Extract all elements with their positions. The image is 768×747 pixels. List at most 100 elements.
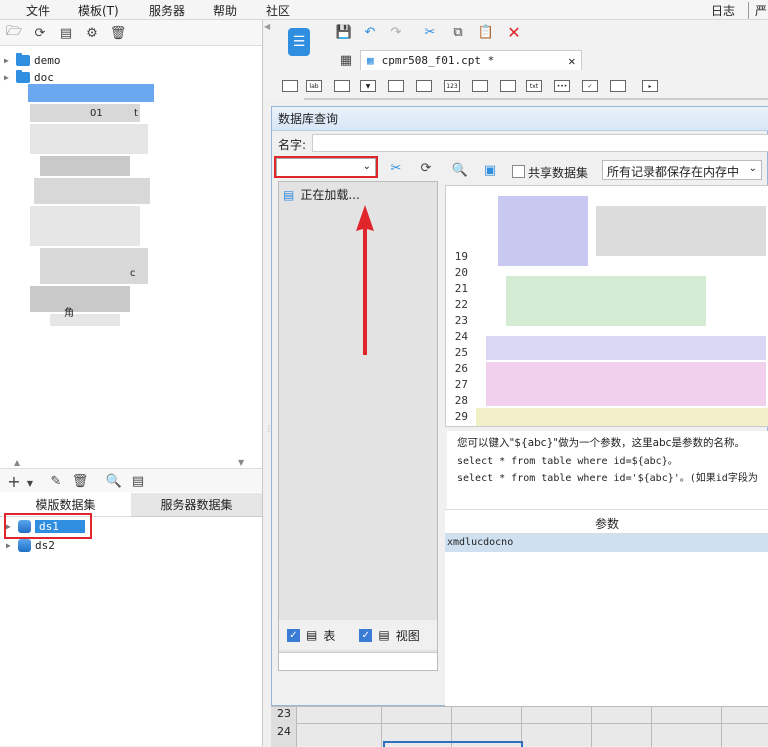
row-number: 24 — [277, 725, 291, 738]
sql-editor[interactable]: 19 20 21 22 23 24 25 26 27 28 29 — [445, 185, 768, 427]
line-number: 24 — [454, 330, 468, 343]
settings-icon[interactable]: ⚙ — [84, 25, 100, 41]
tree-item-doc[interactable]: ▶ doc — [4, 69, 54, 85]
open-folder-icon[interactable]: 🗁 — [6, 24, 22, 41]
sql-tool-icon[interactable]: ▣ — [482, 162, 498, 178]
list-widget-icon[interactable] — [388, 80, 404, 92]
delete-x-icon[interactable]: ✕ — [506, 23, 522, 42]
folder-icon — [16, 69, 30, 83]
designer-icon[interactable]: ☰ — [288, 28, 310, 56]
param-row[interactable]: xmdlucdocno — [445, 534, 768, 552]
password-widget-icon[interactable]: ••• — [554, 80, 570, 92]
line-number: 29 — [454, 410, 468, 423]
tab-server-datasets[interactable]: 服务器数据集 — [131, 493, 262, 517]
number-widget-icon[interactable]: 123 — [444, 80, 460, 92]
main-toolbar: ◀ ☰ 💾 ↶ ↷ ✂ ⧉ 📋 ✕ ▦ ▦ cpmr508_f01.cpt * … — [264, 20, 768, 100]
add-dataset-icon[interactable]: + — [6, 472, 22, 491]
tree-fragment: 01 — [90, 108, 103, 119]
preview-icon[interactable]: 🔍 — [106, 473, 122, 489]
copy-icon[interactable]: ⧉ — [450, 24, 466, 40]
radio-widget-icon[interactable] — [472, 80, 488, 92]
collapse-up-icon[interactable]: ▲ — [14, 458, 20, 467]
loading-row: ▤ 正在加载... — [283, 186, 360, 203]
textarea-widget-icon[interactable]: txt — [526, 80, 542, 92]
tables-filter-bar: ✓ ▤ 表 ✓ ▤ 视图 — [279, 620, 437, 650]
combo-widget-icon[interactable]: ▼ — [360, 80, 376, 92]
save-icon[interactable]: 💾 — [336, 24, 352, 40]
grid-icon[interactable]: ▦ — [338, 52, 354, 68]
database-query-dialog: 数据库查询 名字: ⌄ ✂ ⟳ 🔍 ▣ 共享数据集 所有记录都保存在内存中 ⌄ … — [271, 106, 768, 729]
hint-line: 您可以键入"${abc}"做为一个参数，这里abc是参数的名称。 — [457, 437, 745, 449]
tree-item-label: doc — [34, 70, 54, 84]
menu-log[interactable]: 日志 — [711, 2, 735, 19]
parameter-hint: 您可以键入"${abc}"做为一个参数，这里abc是参数的名称。 select … — [447, 431, 768, 509]
menu-file[interactable]: 文件 — [26, 2, 50, 19]
more-widgets-icon[interactable]: ▸ — [642, 80, 658, 92]
collapse-down-icon[interactable]: ▼ — [238, 458, 244, 467]
tree-fragment: 角 — [64, 308, 74, 319]
menu-template[interactable]: 模板(T) — [78, 2, 119, 19]
menu-help[interactable]: 帮助 — [213, 2, 237, 19]
tree-widget-icon[interactable] — [610, 80, 626, 92]
menu-community[interactable]: 社区 — [266, 2, 290, 19]
tab-file-cpmr508[interactable]: ▦ cpmr508_f01.cpt * ✕ — [360, 50, 583, 70]
tab-file-label: cpmr508_f01.cpt * — [381, 54, 495, 67]
dataset-settings-icon[interactable]: ▤ — [130, 473, 146, 489]
edit-icon[interactable]: ✎ — [48, 473, 64, 489]
file-list-icon[interactable]: ▤ — [58, 25, 74, 41]
line-number: 25 — [454, 346, 468, 359]
tree-fragment: t — [134, 108, 138, 119]
line-number: 20 — [454, 266, 468, 279]
selected-cell[interactable] — [383, 741, 523, 747]
close-tab-icon[interactable]: ✕ — [568, 54, 575, 68]
name-label: 名字: — [278, 138, 307, 152]
label-widget-icon[interactable]: lab — [306, 80, 322, 92]
undo-icon[interactable]: ↶ — [362, 24, 378, 40]
line-number: 27 — [454, 378, 468, 391]
delete-icon[interactable]: 🗑 — [110, 25, 127, 41]
hint-line: select * from table where id='${abc}'。(如… — [457, 473, 758, 484]
view-checkbox-label: 视图 — [395, 628, 420, 643]
button-widget-icon[interactable] — [334, 80, 350, 92]
file-toolbar: 🗁 ⟳ ▤ ⚙ 🗑 — [0, 20, 262, 46]
date-widget-icon[interactable] — [416, 80, 432, 92]
paste-icon[interactable]: 📋 — [478, 24, 494, 40]
menubar: 文件 模板(T) 服务器 帮助 社区 日志 严 — [0, 0, 768, 20]
sheet-icon: ▦ — [367, 54, 374, 67]
expand-icon[interactable]: ▶ — [4, 73, 12, 82]
dataset-toolbar: + ▼ ✎ 🗑 🔍 ▤ — [0, 468, 262, 492]
cut-icon[interactable]: ✂ — [422, 24, 438, 40]
dataset-item-ds2[interactable]: ▶ ds2 — [6, 536, 55, 554]
view-checkbox[interactable]: ✓ — [359, 628, 373, 642]
red-arrow-annotation — [356, 205, 374, 355]
menu-server[interactable]: 服务器 — [149, 2, 185, 19]
dropdown-arrow-icon[interactable]: ▼ — [22, 475, 38, 491]
preview-sql-icon[interactable]: 🔍 — [452, 162, 468, 178]
checkbox-widget-icon[interactable]: ✓ — [582, 80, 598, 92]
textbox-widget-icon[interactable] — [282, 80, 298, 92]
table-checkbox[interactable]: ✓ — [287, 628, 300, 642]
line-number: 19 — [454, 250, 468, 263]
shared-dataset-label: 共享数据集 — [528, 166, 589, 180]
highlight-box-connection — [274, 156, 378, 178]
refresh-icon[interactable]: ⟳ — [32, 25, 48, 41]
line-number: 26 — [454, 362, 468, 375]
tree-item-demo[interactable]: ▶ demo — [4, 52, 61, 68]
dialog-title: 数据库查询 — [272, 107, 768, 131]
loading-text: 正在加载... — [300, 188, 360, 202]
expand-icon[interactable]: ▶ — [4, 56, 12, 65]
expand-icon[interactable]: ▶ — [6, 541, 14, 550]
name-input[interactable] — [312, 134, 768, 152]
collapse-left-icon[interactable]: ◀ — [264, 22, 270, 31]
chevron-down-icon[interactable]: ⌄ — [749, 163, 757, 174]
checkbox-group-icon[interactable] — [500, 80, 516, 92]
connection-settings-icon[interactable]: ✂ — [388, 160, 404, 176]
table-search-input[interactable] — [279, 652, 437, 670]
menu-user[interactable]: 严 — [748, 2, 767, 19]
memory-mode-select[interactable]: 所有记录都保存在内存中 ⌄ — [602, 160, 762, 180]
shared-dataset-checkbox[interactable] — [512, 165, 525, 178]
refresh-connection-icon[interactable]: ⟳ — [418, 160, 434, 176]
delete-icon[interactable]: 🗑 — [72, 473, 89, 489]
redo-icon[interactable]: ↷ — [388, 24, 404, 40]
tree-item-label: demo — [34, 53, 61, 67]
